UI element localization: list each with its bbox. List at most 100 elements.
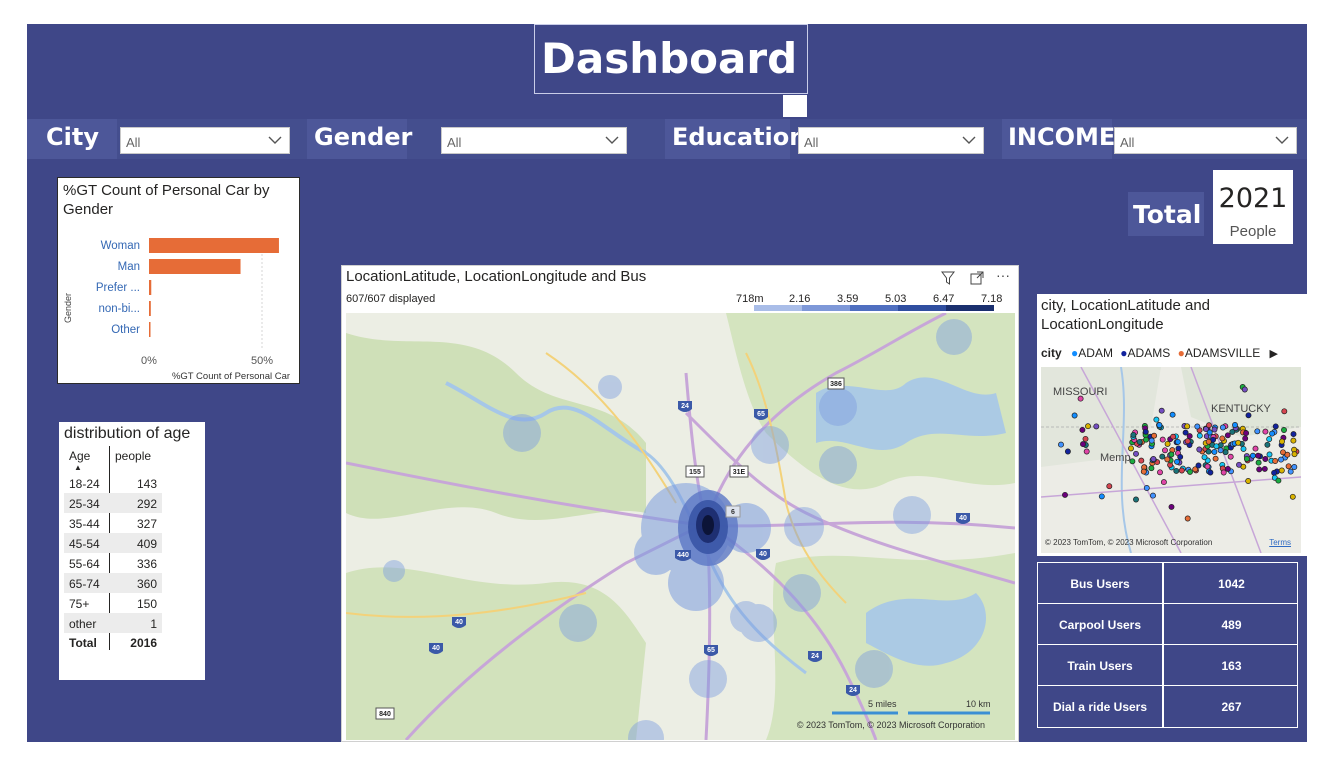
city-point[interactable] <box>1261 465 1268 472</box>
city-point[interactable] <box>1174 458 1180 465</box>
city-point[interactable] <box>1287 468 1294 475</box>
city-point[interactable] <box>1266 451 1273 458</box>
city-point[interactable] <box>1184 515 1191 522</box>
city-point[interactable] <box>1128 445 1134 452</box>
city-point[interactable] <box>1064 448 1071 455</box>
city-point[interactable] <box>1243 455 1250 462</box>
city-point[interactable] <box>1168 503 1175 510</box>
city-point[interactable] <box>1201 454 1208 461</box>
city-point[interactable] <box>1279 438 1285 445</box>
city-point[interactable] <box>1256 466 1263 473</box>
bar[interactable] <box>149 259 241 274</box>
focus-mode-icon[interactable] <box>970 271 984 290</box>
filter-icon[interactable] <box>941 271 955 290</box>
city-point[interactable] <box>1278 456 1284 463</box>
city-point[interactable] <box>1255 459 1262 466</box>
city-point[interactable] <box>1148 437 1155 444</box>
city-point[interactable] <box>1184 438 1191 445</box>
city-point[interactable] <box>1241 386 1248 393</box>
city-point[interactable] <box>1224 432 1231 439</box>
city-point[interactable] <box>1142 428 1149 435</box>
city-point[interactable] <box>1205 448 1212 455</box>
city-point[interactable] <box>1150 492 1156 499</box>
city-point[interactable] <box>1130 431 1137 438</box>
city-point[interactable] <box>1207 469 1214 476</box>
city-point[interactable] <box>1204 463 1211 470</box>
city-point[interactable] <box>1140 468 1147 475</box>
city-point[interactable] <box>1212 455 1219 462</box>
city-point[interactable] <box>1291 451 1298 458</box>
city-point[interactable] <box>1129 458 1136 465</box>
city-point[interactable] <box>1196 446 1203 453</box>
city-dropdown[interactable]: All <box>120 127 290 154</box>
city-map-canvas[interactable]: MISSOURI KENTUCKY Memp © 2023 TomTom, © … <box>1041 367 1301 553</box>
income-dropdown[interactable]: All <box>1114 127 1297 154</box>
city-point[interactable] <box>1235 439 1242 446</box>
city-point[interactable] <box>1269 430 1276 437</box>
city-point[interactable] <box>1278 467 1285 474</box>
city-point[interactable] <box>1143 485 1150 491</box>
city-point[interactable] <box>1071 412 1078 419</box>
city-point[interactable] <box>1252 445 1259 452</box>
bus-map-visual[interactable]: LocationLatitude, LocationLongitude and … <box>341 265 1019 742</box>
city-point[interactable] <box>1206 422 1212 429</box>
city-point[interactable] <box>1174 438 1181 445</box>
city-point[interactable] <box>1168 451 1175 458</box>
city-point[interactable] <box>1281 408 1288 415</box>
city-point[interactable] <box>1229 428 1236 435</box>
legend-next-arrow-icon[interactable]: ▶ <box>1270 348 1278 360</box>
city-map-visual[interactable]: city, LocationLatitude and LocationLongi… <box>1037 294 1307 556</box>
bar[interactable] <box>149 322 151 337</box>
city-point[interactable] <box>1133 450 1139 457</box>
city-point[interactable] <box>1058 441 1064 448</box>
city-point[interactable] <box>1085 423 1091 430</box>
city-point[interactable] <box>1187 468 1193 475</box>
city-point[interactable] <box>1254 428 1261 435</box>
city-point[interactable] <box>1083 448 1090 455</box>
city-point[interactable] <box>1211 426 1218 433</box>
bar[interactable] <box>149 238 279 253</box>
city-point[interactable] <box>1266 436 1273 443</box>
city-point[interactable] <box>1143 436 1149 443</box>
city-point[interactable] <box>1173 467 1180 474</box>
city-point[interactable] <box>1184 423 1191 430</box>
city-point[interactable] <box>1211 448 1218 455</box>
city-point[interactable] <box>1136 438 1143 445</box>
city-point[interactable] <box>1249 452 1256 459</box>
city-point[interactable] <box>1236 461 1242 468</box>
city-point[interactable] <box>1262 456 1269 462</box>
city-point[interactable] <box>1162 447 1168 454</box>
city-point[interactable] <box>1151 432 1158 439</box>
city-point[interactable] <box>1160 479 1167 486</box>
city-point[interactable] <box>1178 467 1185 474</box>
city-point[interactable] <box>1159 436 1166 443</box>
city-point[interactable] <box>1219 424 1226 431</box>
city-point[interactable] <box>1157 469 1163 476</box>
city-point[interactable] <box>1242 435 1249 442</box>
city-point[interactable] <box>1224 465 1231 472</box>
city-point[interactable] <box>1243 430 1250 437</box>
city-point[interactable] <box>1133 496 1139 503</box>
city-point[interactable] <box>1079 426 1086 433</box>
city-point[interactable] <box>1245 412 1252 419</box>
city-point[interactable] <box>1196 432 1203 439</box>
city-point[interactable] <box>1205 438 1212 445</box>
city-point[interactable] <box>1106 483 1113 490</box>
city-point[interactable] <box>1098 493 1105 500</box>
gender-dropdown[interactable]: All <box>441 127 627 154</box>
city-point[interactable] <box>1240 445 1247 452</box>
city-point[interactable] <box>1150 456 1157 462</box>
more-options-icon[interactable]: ··· <box>996 267 1010 283</box>
city-point[interactable] <box>1170 433 1177 440</box>
city-point[interactable] <box>1156 422 1163 429</box>
gender-bar-chart-card[interactable]: %GT Count of Personal Car by Gender Gend… <box>57 177 300 384</box>
transport-users-table[interactable]: Bus Users 1042 Carpool Users 489 Train U… <box>1037 562 1298 728</box>
city-point[interactable] <box>1291 464 1298 470</box>
city-point[interactable] <box>1182 429 1189 436</box>
column-header-age[interactable]: Age <box>69 449 90 463</box>
city-point[interactable] <box>1219 435 1226 442</box>
resize-handle[interactable] <box>783 95 807 117</box>
city-point[interactable] <box>1255 452 1262 459</box>
city-point[interactable] <box>1062 491 1068 498</box>
city-point[interactable] <box>1153 416 1160 423</box>
